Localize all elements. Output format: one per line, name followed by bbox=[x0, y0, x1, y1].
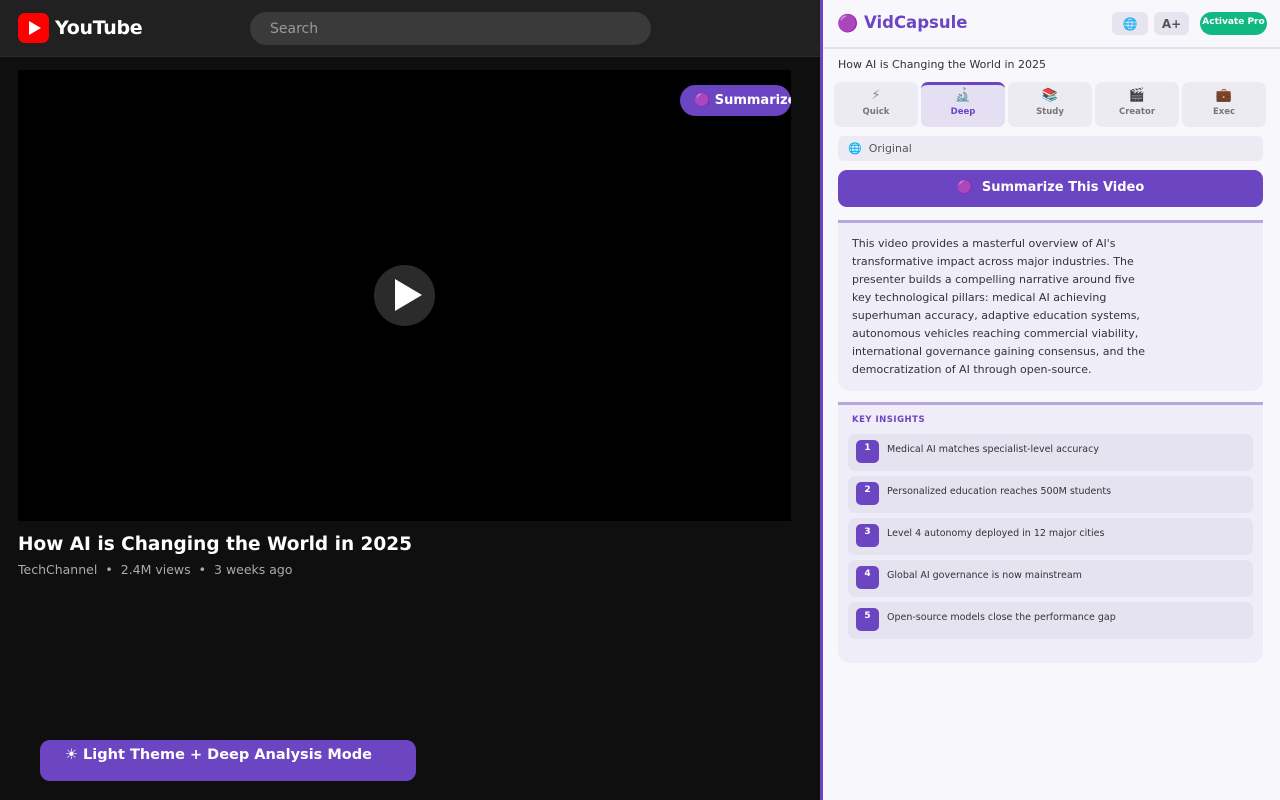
language-value: Original bbox=[868, 142, 912, 155]
insights-heading: KEY INSIGHTS bbox=[852, 415, 926, 425]
briefcase-icon: 💼 bbox=[1215, 88, 1233, 103]
clapperboard-icon: 🎬 bbox=[1128, 88, 1146, 103]
insight-number: 5 bbox=[856, 608, 879, 631]
summarize-video-button[interactable]: 🟣 Summarize This Video bbox=[838, 170, 1263, 207]
microscope-icon: 🔬 bbox=[954, 88, 972, 103]
insight-text: Personalized education reaches 500M stud… bbox=[887, 486, 1112, 497]
video-player[interactable]: 🟣 Summarize bbox=[18, 70, 791, 521]
video-title: How AI is Changing the World in 2025 bbox=[18, 534, 413, 555]
language-toggle-button[interactable]: 🌐 bbox=[1112, 12, 1148, 35]
insight-text: Global AI governance is now mainstream bbox=[887, 570, 1082, 581]
insight-number: 2 bbox=[856, 482, 879, 505]
lightning-icon: ⚡ bbox=[871, 88, 881, 103]
globe-icon: 🌐 bbox=[848, 142, 862, 155]
mode-label: Exec bbox=[1212, 107, 1236, 117]
books-icon: 📚 bbox=[1041, 88, 1059, 103]
demo-mode-banner: ☀ Light Theme + Deep Analysis Mode bbox=[40, 740, 416, 781]
mode-label: Quick bbox=[862, 107, 890, 117]
activate-pro-button[interactable]: Activate Pro bbox=[1200, 12, 1267, 35]
key-insights-card: KEY INSIGHTS 1 Medical AI matches specia… bbox=[838, 402, 1263, 663]
mode-tab-creator[interactable]: 🎬 Creator bbox=[1095, 82, 1179, 127]
output-language-select[interactable]: 🌐 Original bbox=[838, 136, 1263, 161]
summary-card: This video provides a masterful overview… bbox=[838, 220, 1263, 391]
mode-tab-exec[interactable]: 💼 Exec bbox=[1182, 82, 1266, 127]
search-input[interactable] bbox=[250, 12, 651, 45]
vidcapsule-panel: 🟣 VidCapsule 🌐 A+ Activate Pro How AI is… bbox=[823, 0, 1280, 800]
mode-tab-deep[interactable]: 🔬 Deep bbox=[921, 82, 1005, 127]
channel-name[interactable]: TechChannel bbox=[18, 562, 97, 577]
play-button-icon[interactable] bbox=[374, 265, 435, 326]
vidcapsule-button-icon: 🟣 bbox=[956, 179, 973, 195]
brand-name: VidCapsule bbox=[864, 13, 968, 32]
summarize-label: Summarize This Video bbox=[981, 179, 1145, 195]
insight-item: 3 Level 4 autonomy deployed in 12 major … bbox=[848, 518, 1253, 555]
panel-video-title: How AI is Changing the World in 2025 bbox=[838, 58, 1046, 71]
mode-label: Creator bbox=[1118, 107, 1156, 117]
youtube-logo-text: YouTube bbox=[55, 17, 143, 39]
mode-tab-study[interactable]: 📚 Study bbox=[1008, 82, 1092, 127]
panel-header: 🟣 VidCapsule 🌐 A+ Activate Pro bbox=[823, 0, 1280, 49]
upload-age: 3 weeks ago bbox=[214, 562, 293, 577]
insight-text: Level 4 autonomy deployed in 12 major ci… bbox=[887, 528, 1105, 539]
insight-text: Medical AI matches specialist-level accu… bbox=[887, 444, 1099, 455]
insight-item: 4 Global AI governance is now mainstream bbox=[848, 560, 1253, 597]
insight-item: 1 Medical AI matches specialist-level ac… bbox=[848, 434, 1253, 471]
font-size-button[interactable]: A+ bbox=[1154, 12, 1189, 35]
insight-number: 1 bbox=[856, 440, 879, 463]
mode-label: Study bbox=[1036, 107, 1064, 117]
mode-tab-quick[interactable]: ⚡ Quick bbox=[834, 82, 918, 127]
youtube-play-logo-icon bbox=[18, 13, 49, 43]
youtube-header: YouTube bbox=[0, 0, 820, 57]
summary-text: This video provides a masterful overview… bbox=[852, 237, 1145, 376]
meta-separator: • bbox=[198, 562, 207, 577]
mode-tabs: ⚡ Quick 🔬 Deep 📚 Study 🎬 Creator 💼 Exec bbox=[834, 82, 1266, 127]
insight-text: Open-source models close the performance… bbox=[887, 612, 1116, 623]
vidcapsule-logo-icon: 🟣 bbox=[837, 14, 859, 34]
insight-item: 2 Personalized education reaches 500M st… bbox=[848, 476, 1253, 513]
meta-separator: • bbox=[105, 562, 113, 577]
video-meta: TechChannel • 2.4M views • 3 weeks ago bbox=[18, 562, 293, 577]
insight-item: 5 Open-source models close the performan… bbox=[848, 602, 1253, 639]
mode-label: Deep bbox=[950, 107, 976, 117]
insight-number: 4 bbox=[856, 566, 879, 589]
youtube-logo[interactable]: YouTube bbox=[18, 13, 143, 43]
insight-number: 3 bbox=[856, 524, 879, 547]
view-count: 2.4M views bbox=[120, 562, 191, 577]
summarize-overlay-button[interactable]: 🟣 Summarize bbox=[680, 85, 791, 116]
